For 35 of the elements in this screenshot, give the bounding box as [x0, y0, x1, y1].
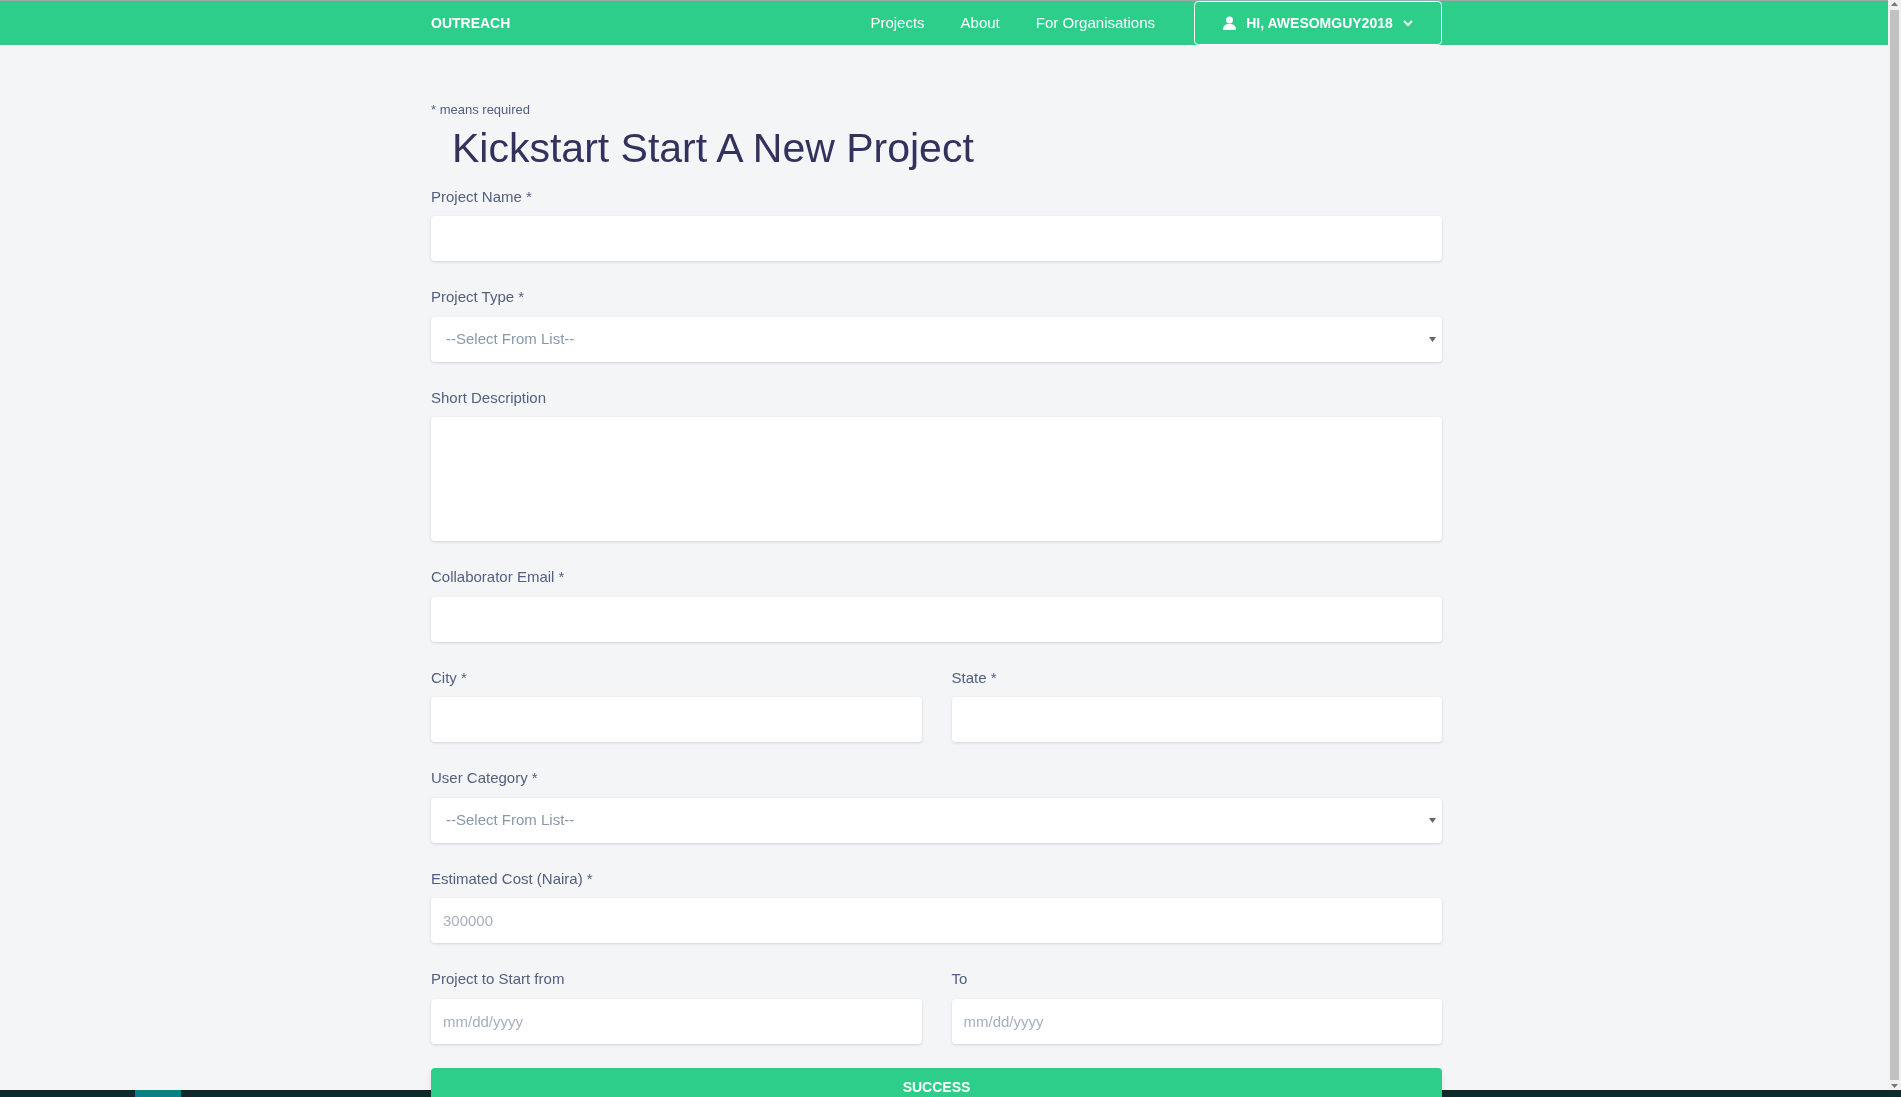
input-field[interactable] — [431, 697, 922, 743]
field-label: Project Name * — [431, 186, 532, 207]
input-field[interactable] — [431, 596, 1442, 642]
field-label: Short Description — [431, 387, 547, 408]
submit-button[interactable]: SUCCESS — [431, 1067, 1442, 1097]
nav-link[interactable]: For Organisations — [1035, 11, 1155, 35]
caret-icon — [1429, 817, 1436, 823]
field-label: State * — [951, 667, 997, 688]
text-area[interactable] — [431, 417, 1442, 542]
field-label: User Category * — [431, 768, 538, 789]
user-icon — [1223, 16, 1237, 30]
field-label: Collaborator Email * — [431, 567, 565, 588]
chevron-down-icon — [1402, 19, 1413, 27]
field-label: City * — [431, 667, 467, 688]
user-menu-button[interactable]: HI, AWESOMGUY2018 — [1194, 1, 1442, 45]
required-note: * means required — [431, 101, 531, 119]
nav-link[interactable]: Projects — [870, 11, 925, 35]
field-label: Project Type * — [431, 287, 525, 308]
page-title: Kickstart Start A New Project — [452, 123, 975, 173]
input-field[interactable]: mm/dd/yyyy — [431, 998, 922, 1044]
input-field[interactable]: mm/dd/yyyy — [951, 998, 1442, 1044]
brand-logo[interactable]: OUTREACH — [431, 12, 511, 34]
select-dropdown[interactable]: --Select From List-- — [431, 797, 1442, 843]
input-field[interactable] — [951, 697, 1442, 743]
input-field[interactable] — [431, 216, 1442, 262]
scrollbar-thumb[interactable] — [1890, 10, 1899, 1080]
field-label: Project to Start from — [431, 969, 565, 990]
field-label: Estimated Cost (Naira) * — [431, 868, 593, 889]
taskbar-item[interactable] — [135, 1090, 181, 1097]
nav-link[interactable]: About — [960, 11, 1000, 35]
caret-icon — [1429, 336, 1436, 342]
input-field[interactable]: 300000 — [431, 898, 1442, 944]
scroll-up-icon[interactable] — [1890, 0, 1899, 8]
select-dropdown[interactable]: --Select From List-- — [431, 316, 1442, 362]
field-label: To — [951, 969, 968, 990]
